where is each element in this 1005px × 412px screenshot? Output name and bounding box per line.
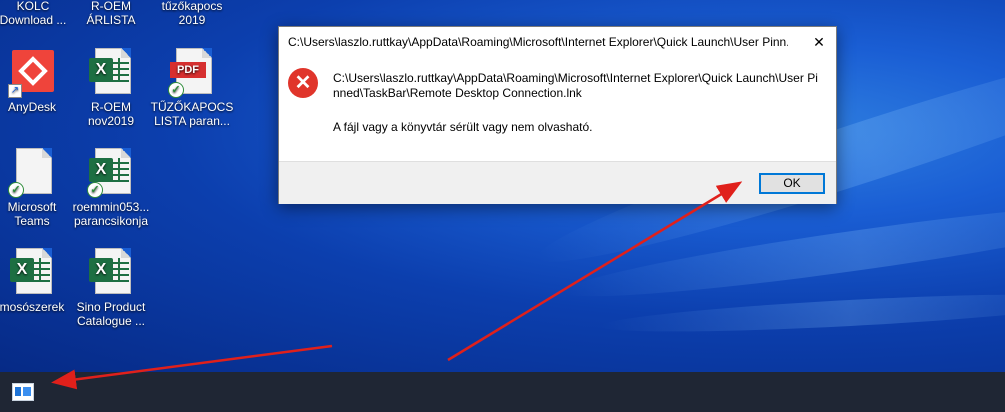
dialog-title: C:\Users\laszlo.ruttkay\AppData\Roaming\… — [288, 35, 788, 49]
icon-label-line1: Sino Product — [76, 300, 146, 314]
close-icon[interactable]: ✕ — [808, 31, 830, 53]
icon-label-line2: Download ... — [0, 13, 67, 27]
icon-label-line2: 2019 — [178, 13, 206, 27]
remote-desktop-icon[interactable] — [12, 383, 34, 401]
excel-icon: X — [8, 248, 56, 296]
icon-label-line1: AnyDesk — [7, 100, 57, 114]
icon-label-line1: R-OEM — [91, 100, 131, 114]
wallpaper-beam — [599, 286, 1005, 340]
desktop-icon-roemmin053[interactable]: X ✓ roemmin053... parancsikonja — [69, 148, 153, 228]
icon-label-line2: ÁRLISTA — [86, 13, 136, 27]
dialog-message: C:\Users\laszlo.ruttkay\AppData\Roaming\… — [333, 71, 818, 100]
excel-icon: X ✓ — [87, 148, 135, 198]
sync-check-icon: ✓ — [8, 182, 24, 198]
pdf-icon: PDF ✓ — [168, 48, 216, 98]
file-icon: ✓ — [8, 148, 56, 198]
desktop-icon-r-oem-arlista[interactable]: R-OEM ÁRLISTA — [69, 0, 153, 27]
icon-label-line1: KOLC — [16, 0, 50, 13]
desktop-icon-kolc-download[interactable]: KOLC Download ... — [0, 0, 75, 27]
desktop-icon-anydesk[interactable]: ↗ AnyDesk — [0, 48, 74, 114]
desktop-icon-sino-product-catalogue[interactable]: X Sino Product Catalogue ... — [69, 248, 153, 328]
dialog-footer: OK — [279, 161, 836, 204]
dialog-detail: A fájl vagy a könyvtár sérült vagy nem o… — [333, 120, 593, 134]
desktop: KOLC Download ... R-OEM ÁRLISTA tűzőkapo… — [0, 0, 1005, 372]
desktop-icon-microsoft-teams[interactable]: ✓ Microsoft Teams — [0, 148, 74, 228]
shortcut-arrow-icon: ↗ — [8, 84, 22, 98]
icon-label-line1: mosószerek — [0, 300, 65, 314]
desktop-icon-tuzokapocs-lista[interactable]: PDF ✓ TŰZŐKAPOCS LISTA paran... — [150, 48, 234, 128]
icon-label-line1: tűzőkapocs — [161, 0, 223, 13]
icon-label-line1: Microsoft — [7, 200, 57, 214]
desktop-icon-mososzerek[interactable]: X mosószerek — [0, 248, 74, 314]
desktop-icon-tuzokapocs-2019[interactable]: tűzőkapocs 2019 — [150, 0, 234, 27]
ok-button[interactable]: OK — [759, 173, 825, 194]
anydesk-icon: ↗ — [8, 48, 56, 98]
desktop-icon-r-oem-nov2019[interactable]: X R-OEM nov2019 — [69, 48, 153, 128]
icon-label-line2: Teams — [14, 214, 50, 228]
error-icon: ✕ — [288, 68, 318, 98]
icon-label-line2: Catalogue ... — [76, 314, 146, 328]
icon-label-line1: TŰZŐKAPOCS — [150, 100, 234, 114]
error-dialog: C:\Users\laszlo.ruttkay\AppData\Roaming\… — [278, 26, 837, 204]
taskbar — [0, 372, 1005, 412]
icon-label-line2: LISTA paran... — [154, 114, 230, 128]
sync-check-icon: ✓ — [87, 182, 103, 198]
icon-label-line1: roemmin053... — [72, 200, 150, 214]
icon-label-line1: R-OEM — [91, 0, 131, 13]
icon-label-line2: nov2019 — [87, 114, 135, 128]
excel-icon: X — [87, 48, 135, 96]
sync-check-icon: ✓ — [168, 82, 184, 98]
icon-label-line2: parancsikonja — [73, 214, 149, 228]
excel-icon: X — [87, 248, 135, 296]
